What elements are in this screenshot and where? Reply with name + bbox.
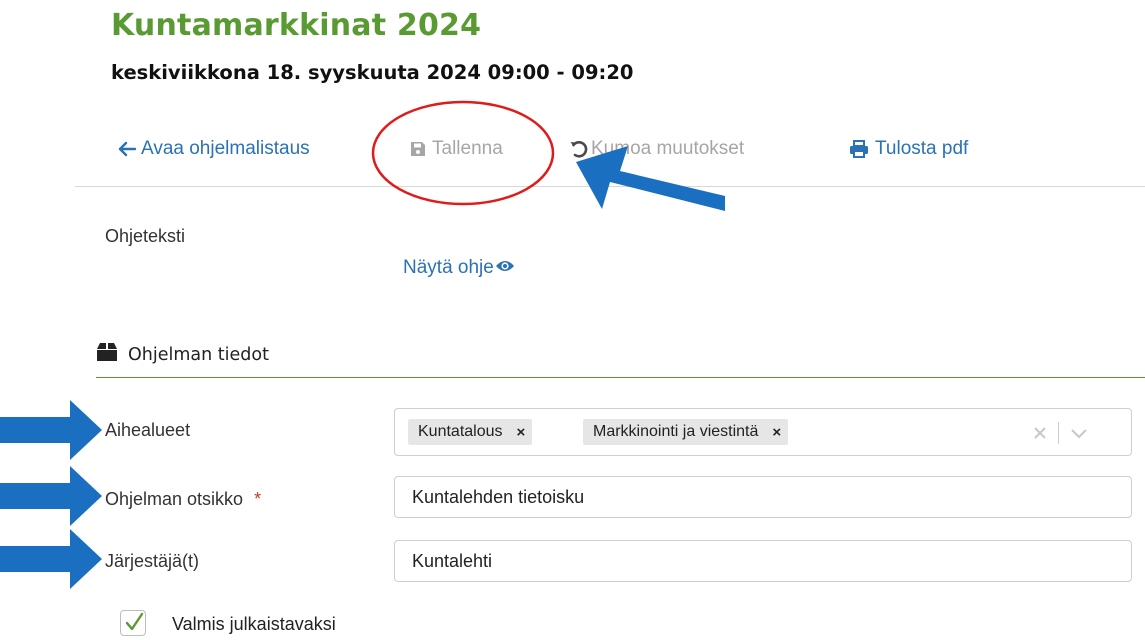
section-title: Ohjelman tiedot: [128, 344, 269, 365]
clear-all-icon[interactable]: [1032, 425, 1048, 446]
help-text-label: Ohjeteksti: [105, 226, 186, 246]
remove-tag-icon[interactable]: ×: [517, 424, 526, 441]
ready-to-publish-checkbox[interactable]: [120, 610, 146, 636]
program-title-input[interactable]: Kuntalehden tietoisku: [394, 476, 1132, 518]
topic-tag: Markkinointi ja viestintä ×: [583, 419, 789, 445]
undo-icon: [569, 139, 589, 159]
undo-changes-button[interactable]: Kumoa muutokset: [569, 138, 744, 160]
print-pdf-link[interactable]: Tulosta pdf: [849, 138, 968, 160]
topics-label: Aihealueet: [105, 420, 191, 440]
organizers-value: Kuntalehti: [412, 551, 493, 571]
chevron-down-icon[interactable]: [1069, 426, 1089, 445]
program-title-label: Ohjelman otsikko *: [105, 489, 261, 510]
show-help-link[interactable]: Näytä ohje: [403, 257, 515, 279]
arrow-organizers: [0, 529, 102, 589]
organizers-label: Järjestäjä(t): [105, 551, 200, 571]
arrow-left-icon: [117, 141, 137, 157]
checkmark-icon: [123, 611, 145, 638]
back-label: Avaa ohjelmalistaus: [141, 138, 310, 159]
arrow-topics: [0, 400, 102, 460]
eye-icon: [495, 257, 515, 279]
save-icon: [410, 141, 426, 157]
program-title-value: Kuntalehden tietoisku: [412, 487, 585, 507]
print-label: Tulosta pdf: [875, 138, 969, 159]
program-title-label-text: Ohjelman otsikko: [105, 489, 244, 509]
remove-tag-icon[interactable]: ×: [772, 424, 781, 441]
section-rule: [96, 377, 1145, 378]
arrow-program-title: [0, 466, 102, 526]
save-button[interactable]: Tallenna: [410, 138, 503, 160]
topics-multiselect[interactable]: Kuntatalous × Markkinointi ja viestintä …: [394, 408, 1132, 456]
toolbar: Avaa ohjelmalistaus Tallenna Kumoa muuto…: [0, 138, 1145, 168]
required-marker: *: [254, 489, 262, 509]
back-to-program-list-link[interactable]: Avaa ohjelmalistaus: [117, 138, 310, 160]
toolbar-divider: [75, 186, 1145, 187]
save-label: Tallenna: [432, 138, 503, 159]
undo-label: Kumoa muutokset: [591, 138, 745, 159]
printer-icon: [849, 140, 869, 158]
box-icon: [96, 342, 118, 367]
ready-to-publish-label: Valmis julkaistavaksi: [172, 614, 336, 634]
section-header: Ohjelman tiedot: [96, 342, 269, 367]
topic-tag-label: Kuntatalous: [418, 423, 503, 440]
organizers-input[interactable]: Kuntalehti: [394, 540, 1132, 582]
page-title: Kuntamarkkinat 2024: [111, 8, 482, 43]
event-datetime: keskiviikkona 18. syyskuuta 2024 09:00 -…: [111, 61, 634, 84]
select-separator: [1058, 422, 1059, 444]
topic-tag: Kuntatalous ×: [408, 419, 533, 445]
show-help-label: Näytä ohje: [403, 257, 494, 278]
topic-tag-label: Markkinointi ja viestintä: [593, 423, 759, 440]
